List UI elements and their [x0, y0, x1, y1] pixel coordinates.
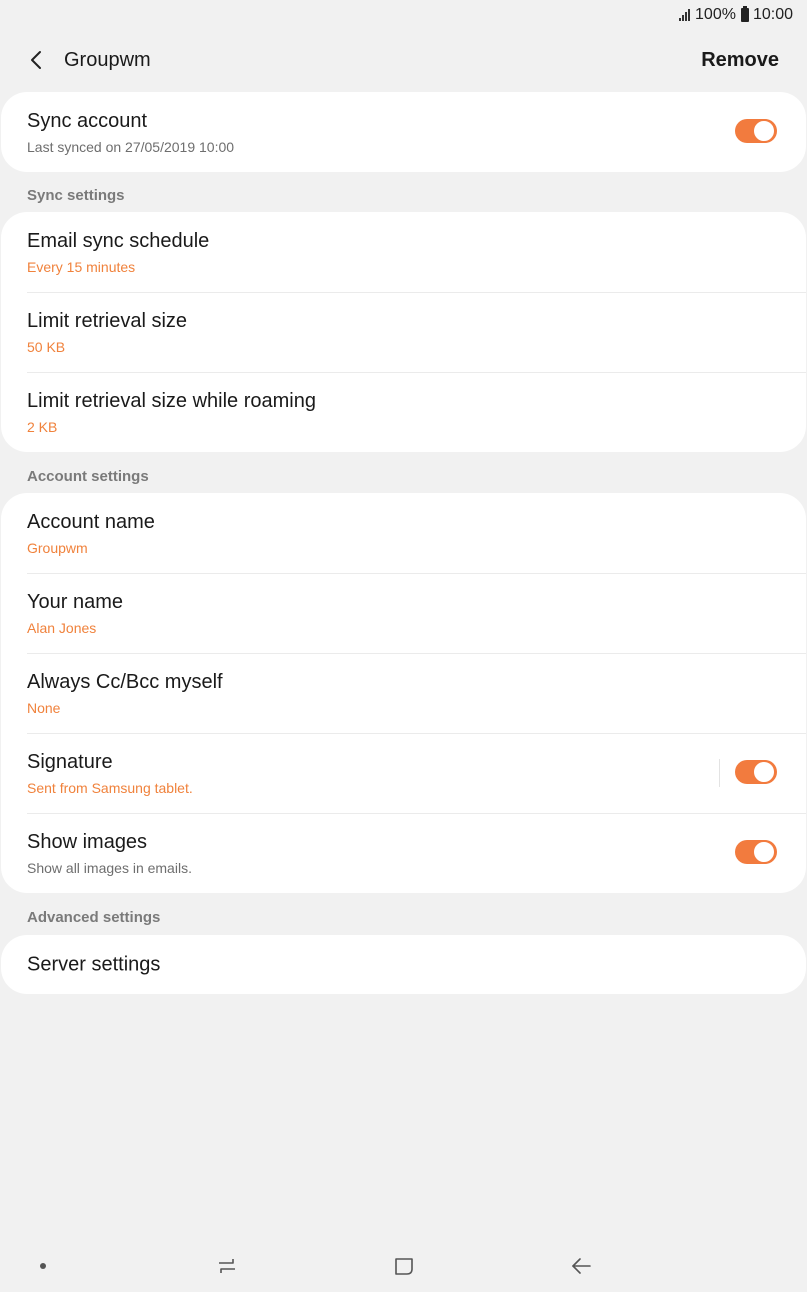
- your-name-row[interactable]: Your name Alan Jones: [1, 573, 806, 653]
- remove-button[interactable]: Remove: [701, 49, 779, 72]
- setting-title: Show images: [27, 831, 148, 853]
- setting-value: Sent from Samsung tablet.: [27, 780, 193, 796]
- home-icon[interactable]: [390, 1254, 418, 1278]
- always-cc-bcc-row[interactable]: Always Cc/Bcc myself None: [1, 653, 806, 733]
- sync-account-title: Sync account: [27, 110, 148, 132]
- account-name-row[interactable]: Account name Groupwm: [1, 493, 806, 573]
- setting-title: Limit retrieval size: [27, 310, 188, 332]
- battery-percent: 100%: [695, 6, 736, 23]
- dot-icon[interactable]: [29, 1254, 57, 1278]
- setting-title: Server settings: [27, 953, 161, 975]
- section-label-sync-settings: Sync settings: [27, 187, 125, 204]
- setting-title: Account name: [27, 511, 155, 533]
- page-title: Groupwm: [64, 48, 151, 71]
- clock: 10:00: [752, 6, 793, 23]
- sync-settings-card: Email sync schedule Every 15 minutes Lim…: [1, 212, 806, 452]
- setting-value: 2 KB: [27, 419, 58, 435]
- toggle-knob: [752, 119, 776, 143]
- last-synced-text: Last synced on 27/05/2019 10:00: [27, 139, 235, 155]
- chevron-left-icon: [31, 51, 41, 69]
- setting-title: Limit retrieval size while roaming: [27, 390, 316, 412]
- sync-account-card: Sync account Last synced on 27/05/2019 1…: [1, 92, 806, 172]
- sync-account-row[interactable]: Sync account Last synced on 27/05/2019 1…: [1, 92, 806, 172]
- battery-icon: [740, 6, 749, 22]
- setting-title: Always Cc/Bcc myself: [27, 671, 223, 693]
- setting-title: Email sync schedule: [27, 230, 210, 252]
- setting-value: 50 KB: [27, 339, 66, 355]
- limit-retrieval-roaming-row[interactable]: Limit retrieval size while roaming 2 KB: [1, 372, 806, 452]
- setting-value: Alan Jones: [27, 620, 97, 636]
- setting-title: Your name: [27, 591, 123, 613]
- setting-value: None: [27, 700, 61, 716]
- limit-retrieval-size-row[interactable]: Limit retrieval size 50 KB: [1, 292, 806, 372]
- server-settings-row[interactable]: Server settings: [1, 935, 806, 994]
- recent-apps-icon[interactable]: [213, 1254, 241, 1278]
- toggle-knob: [752, 760, 776, 784]
- setting-title: Signature: [27, 751, 113, 773]
- advanced-settings-card: Server settings: [1, 935, 806, 994]
- show-images-row[interactable]: Show images Show all images in emails.: [1, 813, 806, 893]
- setting-value: Every 15 minutes: [27, 259, 136, 275]
- navigation-bar: [0, 1242, 807, 1290]
- status-bar: 100% 10:00: [0, 0, 807, 30]
- toggle-knob: [752, 840, 776, 864]
- show-images-toggle[interactable]: [735, 840, 777, 864]
- divider: [719, 759, 720, 787]
- setting-value: Groupwm: [27, 540, 88, 556]
- app-bar: Groupwm Remove: [0, 36, 807, 84]
- signal-icon: [679, 9, 691, 21]
- back-button[interactable]: [12, 36, 60, 84]
- signature-row[interactable]: Signature Sent from Samsung tablet.: [1, 733, 806, 813]
- signature-toggle[interactable]: [735, 760, 777, 784]
- back-arrow-icon[interactable]: [567, 1254, 595, 1278]
- section-label-account-settings: Account settings: [27, 468, 149, 485]
- account-settings-card: Account name Groupwm Your name Alan Jone…: [1, 493, 806, 893]
- sync-account-toggle[interactable]: [735, 119, 777, 143]
- section-label-advanced-settings: Advanced settings: [27, 909, 161, 926]
- email-sync-schedule-row[interactable]: Email sync schedule Every 15 minutes: [1, 212, 806, 292]
- setting-description: Show all images in emails.: [27, 860, 192, 876]
